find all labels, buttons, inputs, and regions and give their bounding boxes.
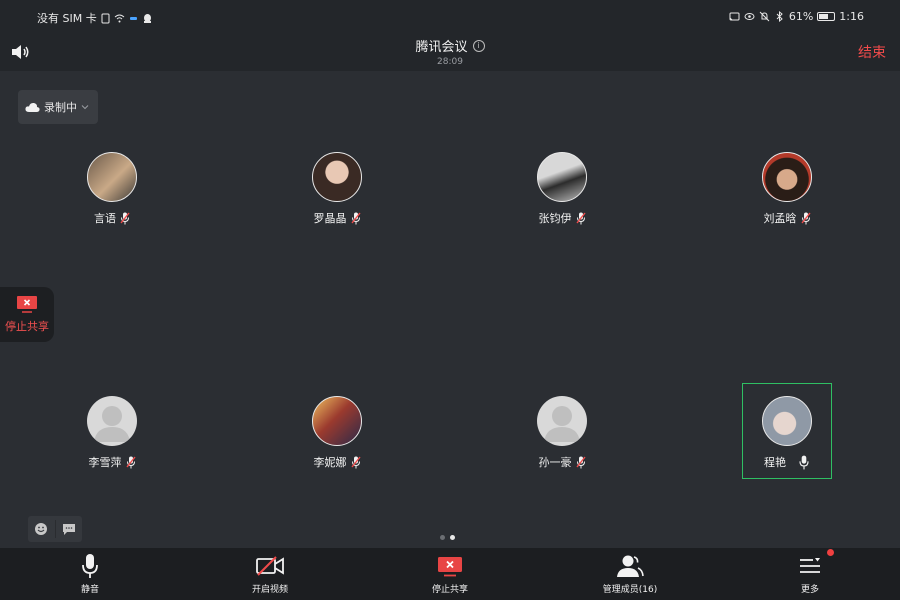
notification-dot [827,549,834,556]
members-label: 管理成员(16) [602,585,658,595]
wifi-icon [114,14,125,22]
menu-icon [800,558,820,573]
name-row: 刘孟晗 [737,210,837,226]
video-label: 开启视频 [251,585,288,595]
meeting-toolbar: 静音 开启视频 停止共享 管理成员(16) 更多 [0,548,900,600]
end-meeting-button[interactable]: 结束 [858,42,886,62]
participant-name: 刘孟晗 [763,212,797,225]
floating-share-label: 停止共享 [5,320,49,333]
participant-name: 罗晶晶 [313,212,347,225]
start-video-button[interactable]: 开启视频 [215,552,325,595]
stop-share-icon [438,557,462,577]
mute-label: 静音 [80,585,99,595]
sim-icon [101,13,110,23]
cloud-icon [25,102,40,112]
avatar [762,152,812,202]
title-line[interactable]: 腾讯会议 i [415,36,485,55]
page-dot-active[interactable] [450,535,455,540]
battery-icon [817,12,836,21]
name-row: 言语 [62,210,162,226]
participant-tile[interactable]: 张钧伊 [512,152,612,226]
clock: 1:16 [839,10,864,23]
participant-name: 言语 [94,212,116,225]
name-row: 孙一豪 [512,454,612,470]
status-left: 没有 SIM 卡 [37,10,153,26]
eye-icon [744,13,755,20]
name-row: 罗晶晶 [287,210,387,226]
more-label: 更多 [800,585,819,595]
name-row: 李妮娜 [287,454,387,470]
participant-tile[interactable]: 罗晶晶 [287,152,387,226]
chat-button[interactable] [56,516,83,542]
recording-indicator[interactable]: 录制中 [18,90,98,124]
manage-members-button[interactable]: 管理成员(16) [575,552,685,595]
qq-icon [143,13,151,23]
stop-share-button[interactable]: 停止共享 [395,552,505,595]
mic-muted-icon [350,456,361,468]
mic-muted-icon [350,212,361,224]
avatar [312,396,362,446]
person-silhouette-icon [544,406,580,442]
mute-button[interactable]: 静音 [35,552,145,595]
microphone-icon [82,554,98,578]
reaction-chat-group [28,516,82,542]
data-transfer-icon [129,16,137,20]
chat-icon [62,523,75,535]
mic-muted-icon [120,212,130,224]
participant-tile[interactable]: 李雪萍 [62,396,162,470]
name-row: 李雪萍 [62,454,162,470]
bell-muted-icon [759,11,770,22]
participant-tile[interactable]: 李妮娜 [287,396,387,470]
mic-muted-icon [800,212,811,224]
avatar [87,152,137,202]
participant-tile[interactable]: 刘孟晗 [737,152,837,226]
video-off-icon [256,556,284,576]
emoji-icon [35,523,48,535]
meeting-title: 腾讯会议 [415,40,468,55]
page-dot[interactable] [440,535,445,540]
participant-name: 孙一豪 [538,456,572,469]
bluetooth-icon [776,11,783,22]
participant-name: 李雪萍 [88,456,122,469]
participant-tile[interactable]: 孙一豪 [512,396,612,470]
avatar [762,396,812,446]
mic-muted-icon [125,456,136,468]
participant-name: 李妮娜 [313,456,347,469]
meeting-header: 腾讯会议 i 28:09 结束 [0,34,900,71]
cast-icon [729,12,740,21]
recording-label: 录制中 [44,101,77,114]
mic-muted-icon [575,212,586,224]
page-indicator [440,535,455,540]
stop-share-icon [17,296,37,313]
emoji-button[interactable] [28,516,55,542]
person-silhouette-icon [94,406,130,442]
more-button[interactable]: 更多 [755,549,865,595]
participant-tile[interactable]: 言语 [62,152,162,226]
mic-muted-icon [575,456,586,468]
battery-percent: 61% [788,10,814,23]
participant-tile[interactable]: 程艳 [737,396,837,470]
mic-active-icon [799,455,809,469]
name-row: 程艳 [737,454,837,470]
chevron-down-icon [81,105,89,110]
carrier-text: 没有 SIM 卡 [37,12,97,25]
meeting-timer: 28:09 [437,57,463,67]
battery-fill [819,14,828,19]
members-icon [617,555,644,577]
floating-stop-share-button[interactable]: 停止共享 [0,287,54,342]
default-avatar-icon [87,396,137,446]
info-icon[interactable]: i [472,39,485,52]
status-right: 61% 1:16 [729,10,864,23]
participant-name: 张钧伊 [538,212,572,225]
title-area: 腾讯会议 i 28:09 [0,36,900,67]
status-bar: 没有 SIM 卡 61% 1:16 [0,0,900,34]
avatar [312,152,362,202]
share-label: 停止共享 [431,585,468,595]
participant-name: 程艳 [764,456,786,469]
default-avatar-icon [537,396,587,446]
avatar [537,152,587,202]
name-row: 张钧伊 [512,210,612,226]
